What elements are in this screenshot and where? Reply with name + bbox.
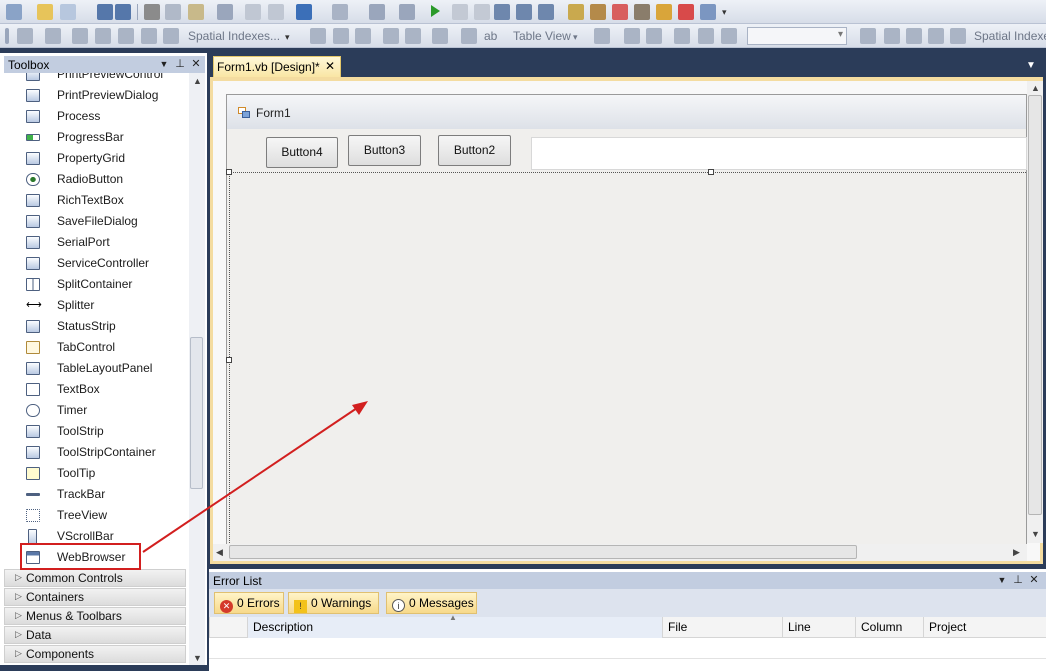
status-strip [0,665,209,671]
close-icon[interactable]: ✕ [1028,573,1040,586]
errors-filter-button[interactable]: ✕ 0 Errors [214,592,284,614]
error-list-title: Error List [213,574,262,588]
column-header-line[interactable]: Line [782,617,855,638]
error-list-panel: Error List ▼ ⊥ ✕ ✕ 0 Errors ! 0 Warnings i… [209,569,1046,671]
info-icon: i [392,599,405,612]
chevron-down-icon[interactable]: ▼ [996,575,1008,585]
messages-count-label: 0 Messages [409,596,474,610]
pin-icon[interactable]: ⊥ [1012,573,1024,586]
error-list-header: Error List ▼ ⊥ ✕ [209,572,1046,589]
error-list-filter-bar: ✕ 0 Errors ! 0 Warnings i 0 Messages [209,589,1046,617]
sort-ascending-icon: ▲ [449,613,457,622]
column-header-file[interactable]: File [662,617,782,638]
column-header-blank[interactable] [209,617,247,638]
column-header-project[interactable]: Project [923,617,1046,638]
error-list-empty-row [209,639,1046,659]
warnings-count-label: 0 Warnings [311,596,372,610]
messages-filter-button[interactable]: i 0 Messages [386,592,477,614]
error-icon: ✕ [220,600,233,613]
column-header-column[interactable]: Column [855,617,923,638]
error-list-column-header: Description ▲ File Line Column Project [209,613,1046,638]
warning-icon: ! [294,600,307,613]
errors-count-label: 0 Errors [237,596,280,610]
warnings-filter-button[interactable]: ! 0 Warnings [288,592,379,614]
